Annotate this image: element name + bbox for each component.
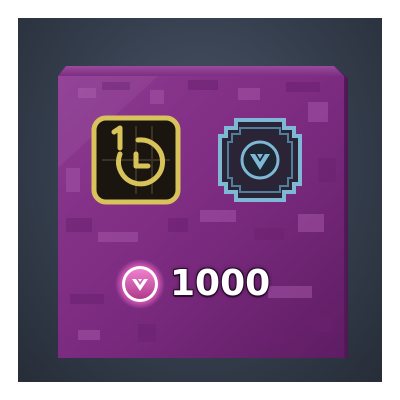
v-coin-icon bbox=[115, 259, 165, 309]
v-emblem-badge-icon bbox=[214, 114, 306, 206]
boost-timer-icon bbox=[90, 114, 182, 206]
crate-top-face bbox=[58, 66, 344, 76]
reward-card[interactable]: 1000 bbox=[18, 18, 382, 382]
purple-crate-art bbox=[58, 66, 348, 358]
currency-reward: 1000 bbox=[114, 256, 314, 312]
reward-amount: 1000 bbox=[170, 263, 271, 304]
stage: 1000 bbox=[0, 0, 400, 400]
